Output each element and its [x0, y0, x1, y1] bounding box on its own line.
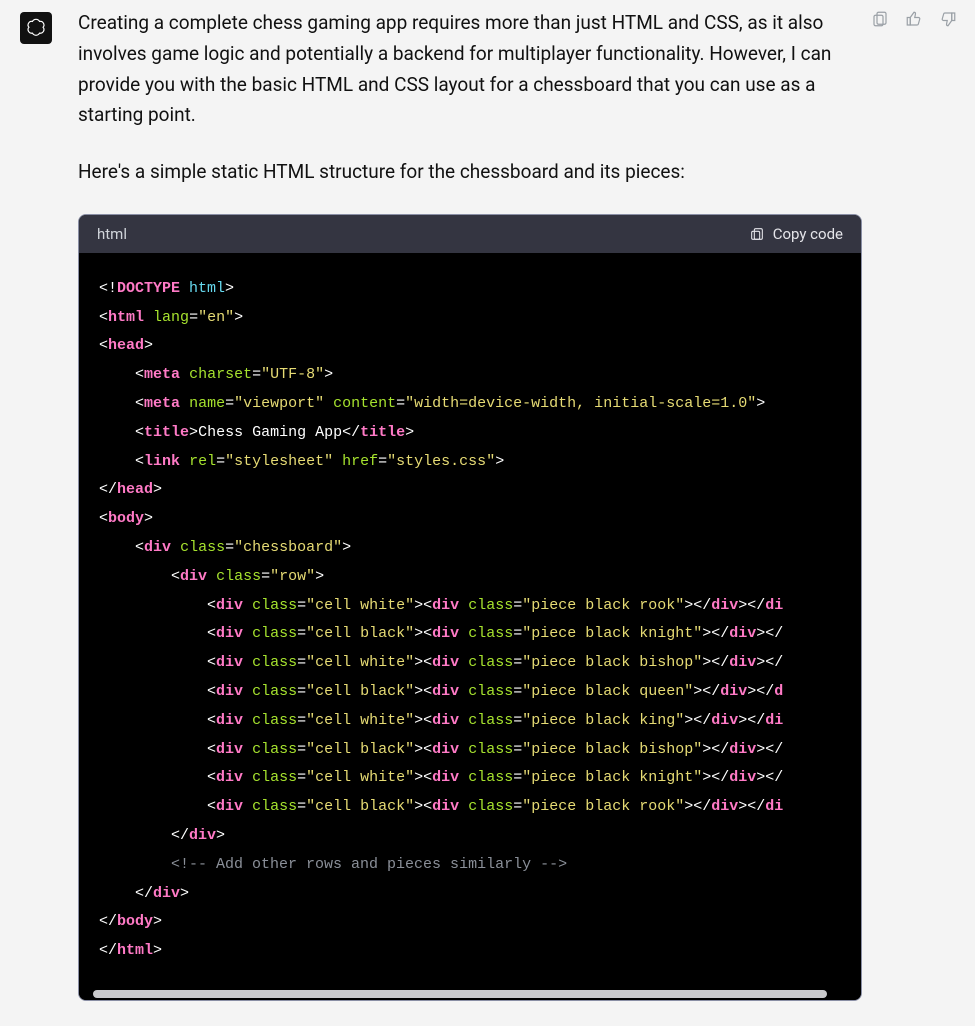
- horizontal-scrollbar-thumb[interactable]: [93, 990, 827, 998]
- clipboard-icon: [749, 226, 765, 242]
- copy-message-button[interactable]: [869, 8, 891, 30]
- code-lang-label: html: [97, 225, 127, 243]
- thumbs-down-icon: [939, 10, 957, 28]
- assistant-paragraph: Creating a complete chess gaming app req…: [78, 8, 858, 131]
- code-block-header: html Copy code: [79, 215, 861, 253]
- assistant-logo-icon: [25, 17, 47, 39]
- thumbs-down-button[interactable]: [937, 8, 959, 30]
- clipboard-icon: [871, 10, 889, 28]
- horizontal-scrollbar[interactable]: [79, 988, 861, 1000]
- thumbs-up-icon: [905, 10, 923, 28]
- thumbs-up-button[interactable]: [903, 8, 925, 30]
- message-actions: [859, 8, 959, 30]
- assistant-message: Creating a complete chess gaming app req…: [78, 8, 858, 1001]
- assistant-paragraph: Here's a simple static HTML structure fo…: [78, 157, 858, 188]
- copy-code-label: Copy code: [773, 225, 843, 243]
- code-content: <!DOCTYPE html> <html lang="en"> <head> …: [79, 253, 861, 988]
- code-block: html Copy code <!DOCTYPE html> <html lan…: [78, 214, 862, 1001]
- code-scroll-area[interactable]: <!DOCTYPE html> <html lang="en"> <head> …: [79, 253, 861, 988]
- assistant-avatar: [20, 12, 52, 44]
- copy-code-button[interactable]: Copy code: [749, 225, 843, 243]
